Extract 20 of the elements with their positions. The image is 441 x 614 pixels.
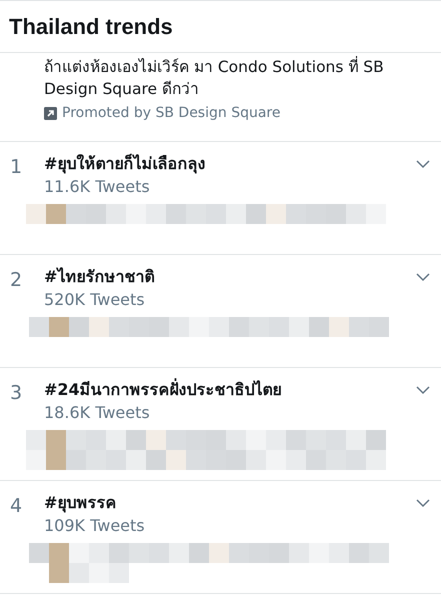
trend-row[interactable]: 2 #ไทยรักษาชาติ 520K Tweets	[0, 255, 441, 368]
trend-row[interactable]: 4 #ยุบพรรค 109K Tweets	[0, 481, 441, 594]
trend-hashtag: #ยุบพรรค	[44, 492, 118, 514]
trend-rank: 4	[10, 494, 24, 519]
trend-row[interactable]: 3 #24มีนากาพรรคฝั่งประชาธิปไตย 18.6K Tweets	[0, 368, 441, 481]
tweet-count: 109K Tweets	[44, 515, 146, 537]
trend-rank: 3	[10, 381, 24, 406]
promoted-label: Promoted by SB Design Square	[62, 104, 280, 123]
tweet-count: 11.6K Tweets	[44, 176, 151, 198]
promoted-text[interactable]: ถ้าแต่งห้องเองไม่เวิร์ค มา Condo Solutions ที่ SB Design Square ดีกว่า	[44, 56, 429, 100]
trend-row[interactable]: 1 #ยุบให้ตายก็ไม่เลือกลุง 11.6K Tweets	[0, 142, 441, 255]
trend-hashtag: #24มีนากาพรรคฝั่งประชาธิปไตย	[44, 378, 283, 401]
promoted-icon	[44, 107, 57, 120]
trend-rank: 1	[10, 155, 24, 180]
trend-rank: 2	[10, 268, 24, 293]
tweet-count: 18.6K Tweets	[44, 402, 151, 424]
tweet-count: 520K Tweets	[44, 289, 146, 311]
trend-hashtag: #ยุบให้ตายก็ไม่เลือกลุง	[44, 152, 206, 176]
trend-hashtag: #ไทยรักษาชาติ	[44, 266, 156, 288]
page-title: Thailand trends	[9, 13, 173, 41]
